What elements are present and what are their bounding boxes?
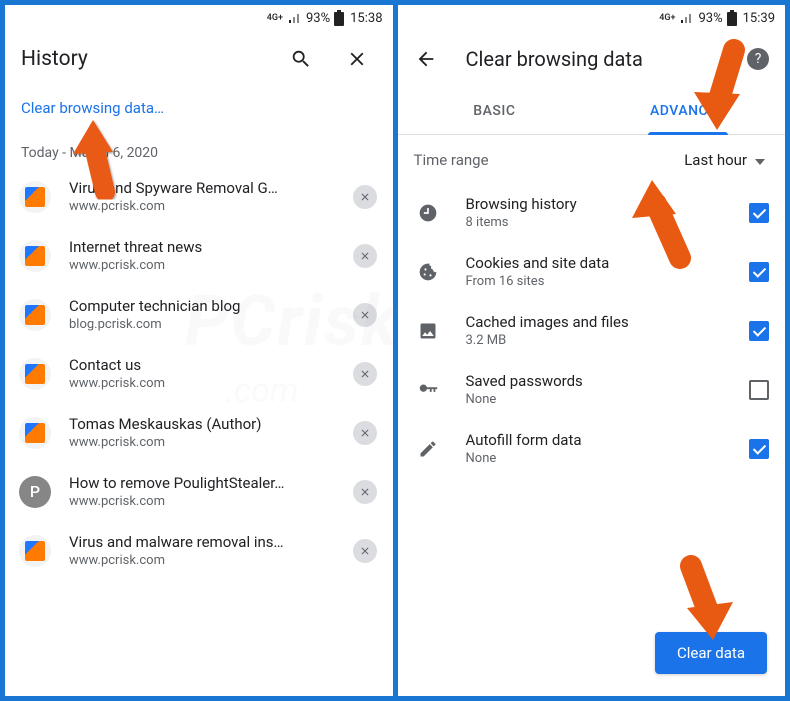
clear-option[interactable]: Browsing history 8 items [398, 183, 786, 242]
status-bar: 4G+ 93% 15:38 [5, 5, 393, 31]
time-range-label: Time range [414, 151, 685, 169]
status-bar: 4G+ 93% 15:39 [398, 5, 786, 31]
checkbox[interactable] [749, 321, 769, 341]
history-item[interactable]: Virus and Spyware Removal G… www.pcrisk.c… [5, 167, 393, 226]
clock-text: 15:38 [350, 11, 382, 26]
clear-option[interactable]: Cookies and site data From 16 sites [398, 242, 786, 301]
clear-option-subtitle: None [466, 451, 726, 466]
tab-advanced[interactable]: ADVANCED [591, 87, 785, 134]
remove-history-item-icon[interactable] [353, 480, 377, 504]
image-icon [414, 321, 442, 341]
network-indicator: 4G+ [267, 13, 283, 23]
close-icon[interactable] [337, 39, 377, 79]
history-item[interactable]: Internet threat news www.pcrisk.com [5, 226, 393, 285]
clear-option-subtitle: 3.2 MB [466, 333, 726, 348]
time-range-value: Last hour [684, 151, 747, 169]
clear-browsing-data-link[interactable]: Clear browsing data… [5, 87, 393, 129]
clear-option-title: Saved passwords [466, 372, 726, 390]
site-favicon [19, 240, 51, 272]
clear-option[interactable]: Cached images and files 3.2 MB [398, 301, 786, 360]
network-indicator: 4G+ [659, 13, 675, 23]
history-item[interactable]: Computer technician blog blog.pcrisk.com [5, 285, 393, 344]
clock-text: 15:39 [743, 11, 775, 26]
remove-history-item-icon[interactable] [353, 362, 377, 386]
history-item-url: www.pcrisk.com [69, 258, 335, 273]
clear-option-subtitle: 8 items [466, 215, 726, 230]
battery-percent: 93% [698, 11, 722, 26]
history-item-title: Tomas Meskauskas (Author) [69, 415, 335, 433]
clear-data-header: Clear browsing data ? [398, 31, 786, 87]
time-range-selector[interactable]: Time range Last hour [398, 135, 786, 183]
history-header: History [5, 31, 393, 87]
cookie-icon [414, 262, 442, 282]
history-item-title: Computer technician blog [69, 297, 335, 315]
site-favicon [19, 299, 51, 331]
history-item[interactable]: Contact us www.pcrisk.com [5, 344, 393, 403]
back-icon[interactable] [406, 39, 446, 79]
site-favicon [19, 358, 51, 390]
remove-history-item-icon[interactable] [353, 244, 377, 268]
history-item-url: blog.pcrisk.com [69, 317, 335, 332]
history-item-url: www.pcrisk.com [69, 435, 335, 450]
page-title: Clear browsing data [466, 47, 728, 71]
clear-options-list: Browsing history 8 items Cookies and site … [398, 183, 786, 478]
remove-history-item-icon[interactable] [353, 421, 377, 445]
chevron-down-icon [755, 151, 765, 169]
clear-option-title: Cookies and site data [466, 254, 726, 272]
clear-data-button[interactable]: Clear data [655, 632, 767, 674]
checkbox[interactable] [749, 262, 769, 282]
key-icon [414, 379, 442, 401]
battery-icon [727, 10, 737, 26]
signal-icon [288, 12, 302, 24]
search-icon[interactable] [281, 39, 321, 79]
battery-percent: 93% [306, 11, 330, 26]
site-favicon [19, 181, 51, 213]
history-item-url: www.pcrisk.com [69, 199, 335, 214]
date-header: Today - March 6, 2020 [5, 129, 393, 167]
history-list: Virus and Spyware Removal G… www.pcrisk.c… [5, 167, 393, 580]
history-item-title: How to remove PoulightStealer… [69, 474, 335, 492]
clear-option[interactable]: Autofill form data None [398, 419, 786, 478]
page-title: History [21, 47, 265, 71]
history-item[interactable]: P How to remove PoulightStealer… www.pcris… [5, 462, 393, 521]
site-favicon: P [19, 476, 51, 508]
tabs: BASIC ADVANCED [398, 87, 786, 135]
clear-option-title: Cached images and files [466, 313, 726, 331]
site-favicon [19, 535, 51, 567]
clear-option-subtitle: From 16 sites [466, 274, 726, 289]
history-item-url: www.pcrisk.com [69, 553, 335, 568]
remove-history-item-icon[interactable] [353, 303, 377, 327]
help-icon[interactable]: ? [747, 48, 769, 70]
checkbox[interactable] [749, 380, 769, 400]
history-item-url: www.pcrisk.com [69, 376, 335, 391]
clear-option[interactable]: Saved passwords None [398, 360, 786, 419]
history-item-url: www.pcrisk.com [69, 494, 335, 509]
history-item-title: Contact us [69, 356, 335, 374]
battery-icon [334, 10, 344, 26]
history-item[interactable]: Tomas Meskauskas (Author) www.pcrisk.com [5, 403, 393, 462]
history-item[interactable]: Virus and malware removal ins… www.pcrisk… [5, 521, 393, 580]
clear-browsing-data-screen: 4G+ 93% 15:39 Clear browsing data ? BASI… [398, 5, 786, 696]
history-screen: 4G+ 93% 15:38 History Clear browsing dat… [5, 5, 393, 696]
history-item-title: Virus and malware removal ins… [69, 533, 335, 551]
site-favicon [19, 417, 51, 449]
signal-icon [680, 12, 694, 24]
clear-option-subtitle: None [466, 392, 726, 407]
pen-icon [414, 439, 442, 459]
remove-history-item-icon[interactable] [353, 185, 377, 209]
checkbox[interactable] [749, 439, 769, 459]
history-item-title: Internet threat news [69, 238, 335, 256]
checkbox[interactable] [749, 203, 769, 223]
clock-icon [414, 203, 442, 223]
history-item-title: Virus and Spyware Removal G… [69, 179, 335, 197]
tab-basic[interactable]: BASIC [398, 87, 592, 134]
clear-option-title: Autofill form data [466, 431, 726, 449]
clear-option-title: Browsing history [466, 195, 726, 213]
remove-history-item-icon[interactable] [353, 539, 377, 563]
